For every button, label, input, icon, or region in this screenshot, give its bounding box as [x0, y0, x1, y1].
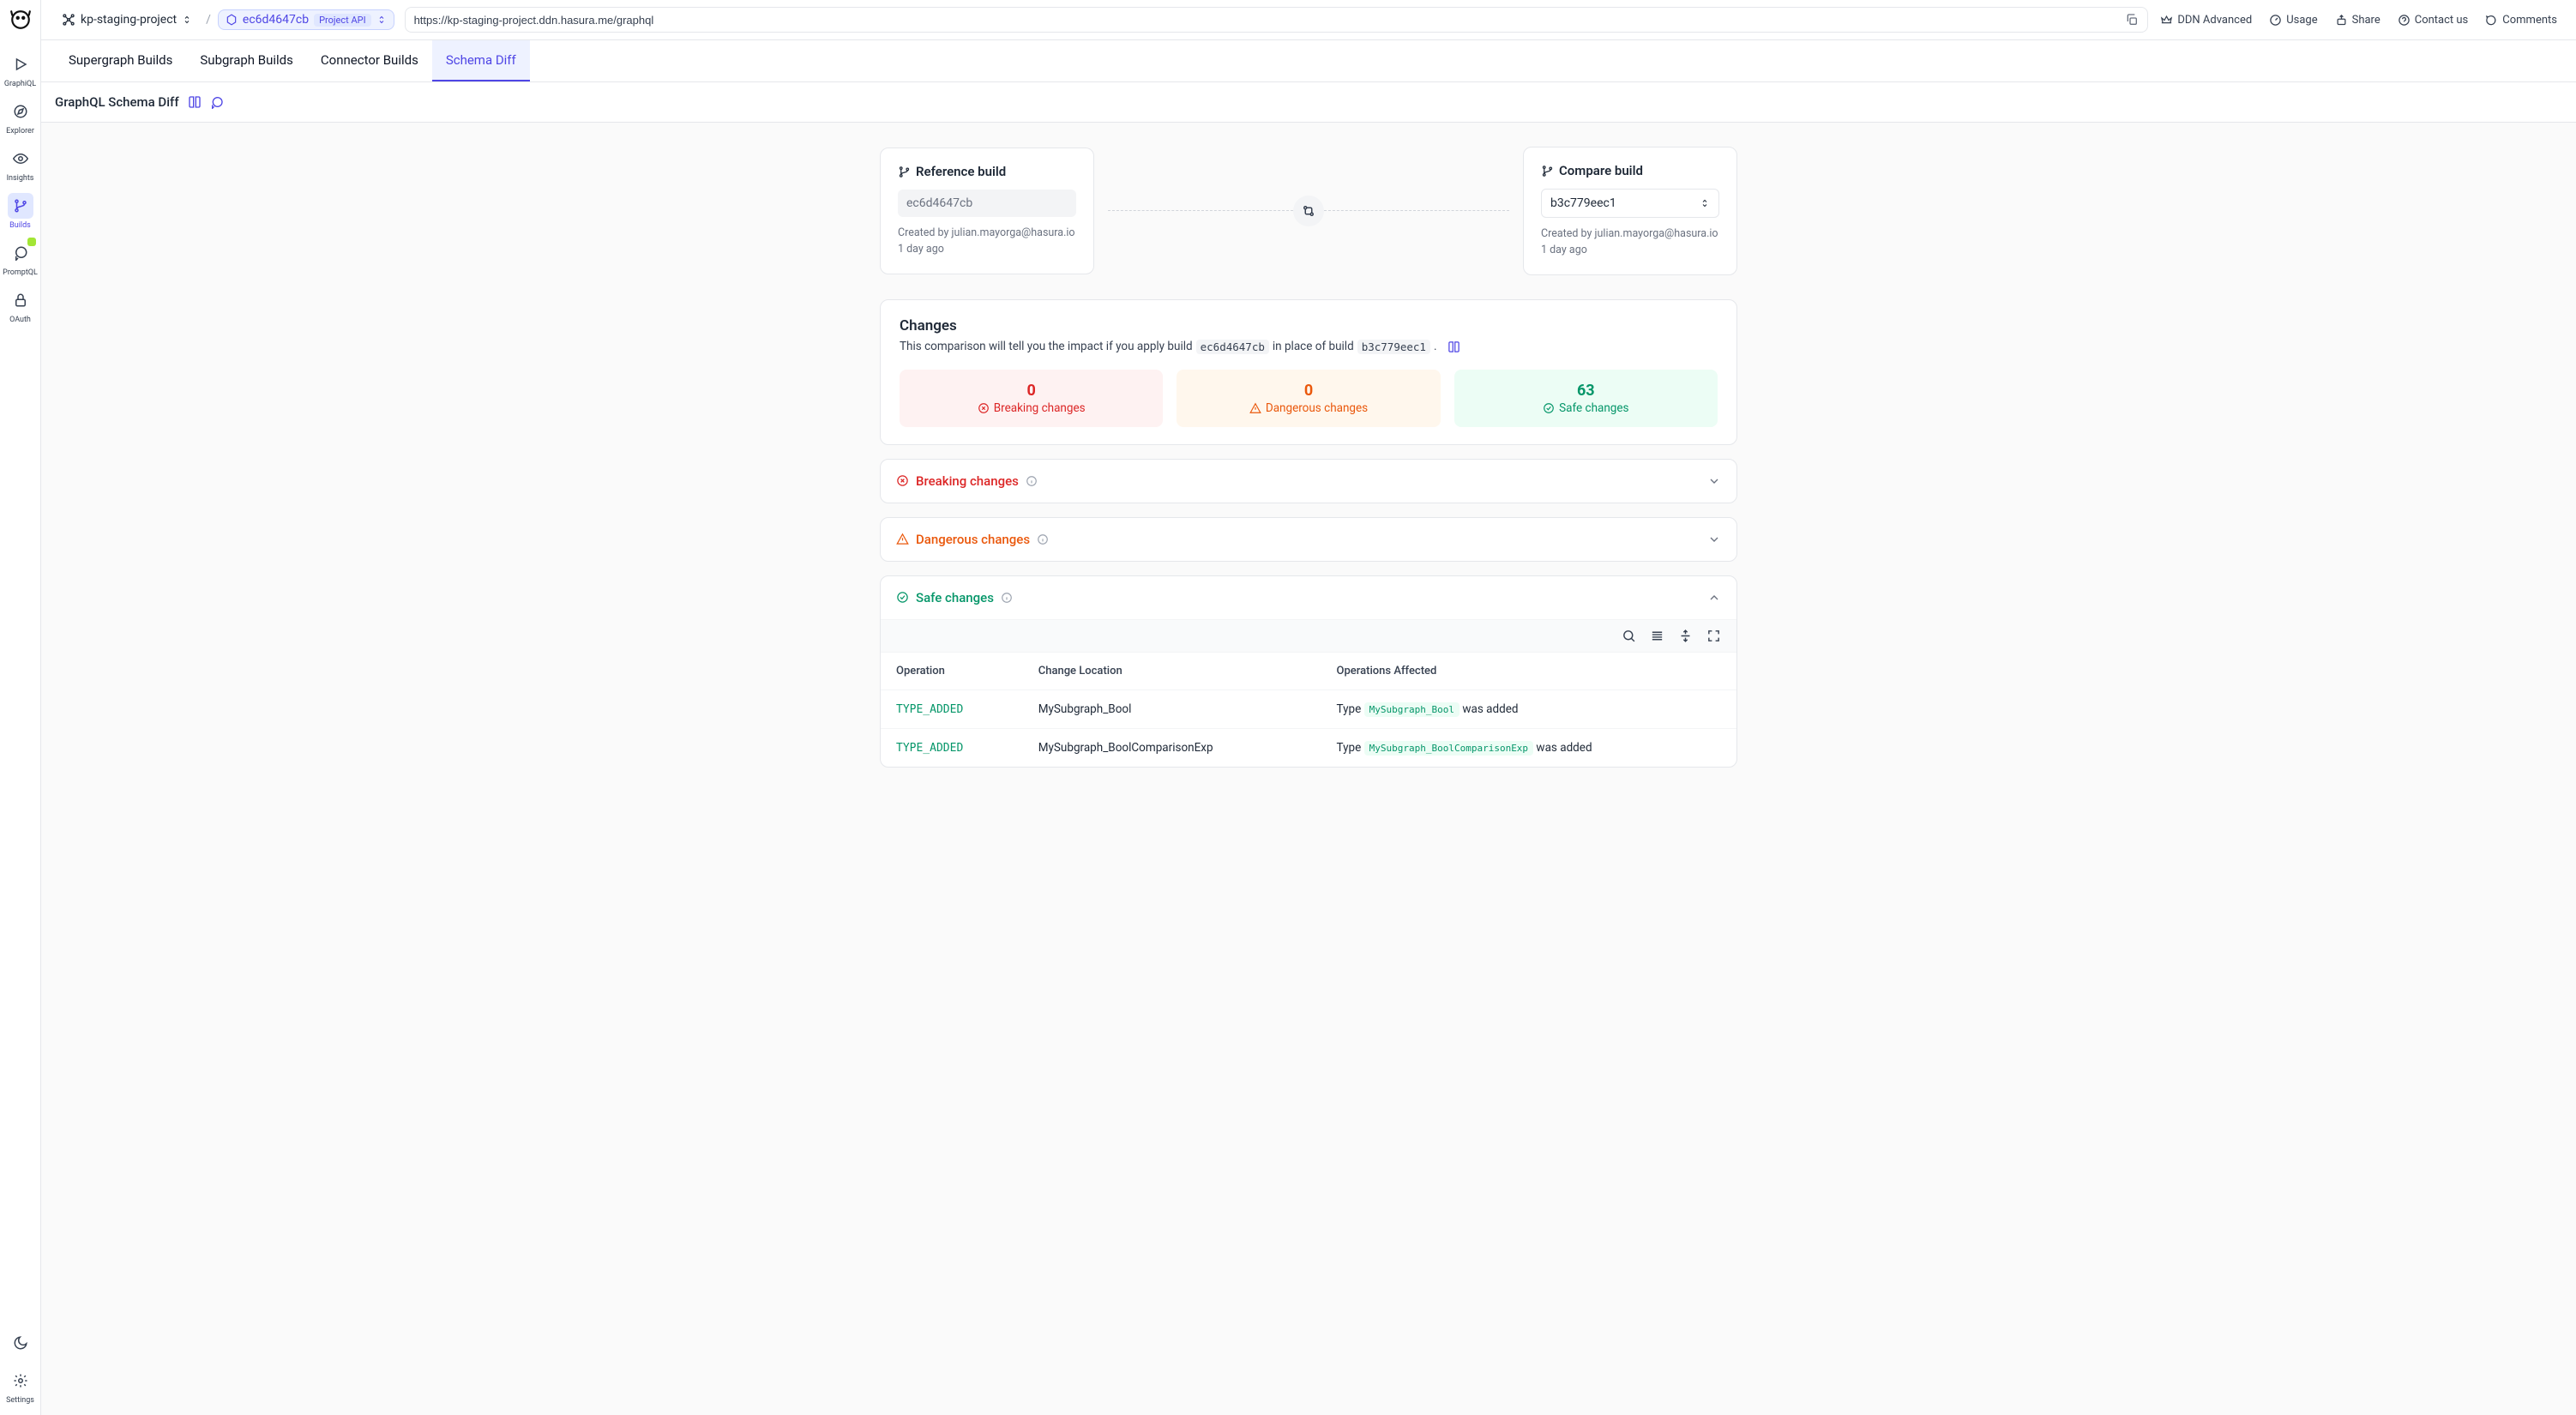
sidebar-item-graphiql[interactable]: GraphiQL — [3, 45, 39, 92]
search-icon[interactable] — [1622, 629, 1636, 643]
branch-icon — [1541, 165, 1554, 178]
section-breaking[interactable]: Breaking changes — [881, 460, 1736, 503]
chevron-updown-icon — [182, 15, 192, 25]
table-toolbar — [881, 619, 1736, 652]
chevron-updown-icon — [376, 15, 387, 25]
tab-subgraph[interactable]: Subgraph Builds — [186, 40, 307, 81]
branch-icon — [898, 166, 911, 178]
compare-build-card: Compare build b3c779eec1 Created by juli… — [1523, 147, 1737, 275]
docs-icon[interactable] — [188, 95, 202, 109]
tab-supergraph[interactable]: Supergraph Builds — [55, 40, 186, 81]
sidebar-item-settings[interactable]: Settings — [3, 1361, 39, 1408]
subheader: GraphQL Schema Diff — [41, 82, 2576, 123]
info-icon[interactable] — [1026, 475, 1038, 487]
density-icon[interactable] — [1678, 629, 1693, 643]
chat-icon-btn[interactable] — [210, 95, 224, 109]
alert-icon — [1249, 402, 1261, 414]
x-circle-icon — [978, 402, 990, 414]
info-icon[interactable] — [1037, 533, 1049, 545]
sidebar-item-explorer[interactable]: Explorer — [3, 92, 39, 139]
table-row: TYPE_ADDED MySubgraph_Bool Type MySubgra… — [881, 689, 1736, 728]
moon-icon — [13, 1335, 28, 1351]
lock-icon — [13, 292, 28, 308]
hexagon-icon — [226, 14, 238, 26]
share-link[interactable]: Share — [2330, 10, 2386, 30]
compare-icon — [1293, 196, 1324, 226]
chevron-down-icon — [1707, 474, 1721, 488]
project-selector[interactable]: kp-staging-project — [55, 9, 199, 30]
url-box — [405, 7, 2149, 33]
sidebar-item-insights[interactable]: Insights — [3, 139, 39, 186]
crown-icon — [2160, 14, 2173, 27]
sidebar-item-oauth[interactable]: OAuth — [3, 280, 39, 328]
reference-build-value: ec6d4647cb — [898, 190, 1076, 217]
check-circle-icon — [896, 591, 909, 604]
section-safe[interactable]: Safe changes — [881, 576, 1736, 619]
sidebar: GraphiQL Explorer Insights Builds Prompt… — [0, 0, 41, 1415]
alert-icon — [896, 533, 909, 545]
gauge-icon — [2269, 14, 2282, 27]
copy-icon[interactable] — [2125, 13, 2139, 27]
stat-dangerous[interactable]: 0 Dangerous changes — [1177, 370, 1440, 427]
table-row: TYPE_ADDED MySubgraph_BoolComparisonExp … — [881, 728, 1736, 767]
reference-build-card: Reference build ec6d4647cb Created by ju… — [880, 148, 1094, 274]
branch-icon — [13, 198, 28, 214]
sidebar-item-theme[interactable] — [3, 1323, 39, 1359]
compass-icon — [13, 104, 28, 119]
chat-icon — [13, 245, 28, 261]
gear-icon — [13, 1373, 28, 1388]
changes-summary: Changes This comparison will tell you th… — [880, 299, 1737, 445]
info-icon[interactable] — [1001, 592, 1013, 604]
eye-icon — [13, 151, 28, 166]
fullscreen-icon[interactable] — [1706, 629, 1721, 643]
sidebar-item-promptql[interactable]: PromptQL — [3, 233, 39, 280]
section-dangerous[interactable]: Dangerous changes — [881, 518, 1736, 561]
chevron-down-icon — [1707, 533, 1721, 546]
stat-safe[interactable]: 63 Safe changes — [1454, 370, 1718, 427]
build-selector[interactable]: ec6d4647cb Project API — [218, 9, 394, 30]
chevron-updown-icon — [1700, 198, 1710, 208]
share-icon — [2335, 14, 2348, 27]
url-input[interactable] — [414, 14, 2119, 27]
topbar: kp-staging-project / ec6d4647cb Project … — [41, 0, 2576, 40]
docs-icon[interactable] — [1447, 340, 1460, 353]
compare-build-select[interactable]: b3c779eec1 — [1541, 189, 1719, 218]
list-icon[interactable] — [1650, 629, 1664, 643]
check-circle-icon — [1543, 402, 1555, 414]
tabs: Supergraph Builds Subgraph Builds Connec… — [41, 40, 2576, 82]
logo[interactable] — [8, 7, 33, 33]
tab-schema-diff[interactable]: Schema Diff — [432, 40, 530, 81]
stat-breaking[interactable]: 0 Breaking changes — [900, 370, 1163, 427]
changes-table: Operation Change Location Operations Aff… — [881, 652, 1736, 767]
sidebar-item-builds[interactable]: Builds — [3, 186, 39, 233]
x-circle-icon — [896, 474, 909, 487]
chevron-up-icon — [1707, 591, 1721, 605]
page-title: GraphQL Schema Diff — [55, 94, 179, 110]
comment-icon — [2485, 14, 2498, 27]
contact-link[interactable]: Contact us — [2392, 10, 2474, 30]
help-icon — [2398, 14, 2410, 27]
ddn-advanced-link[interactable]: DDN Advanced — [2155, 10, 2257, 30]
play-icon — [13, 57, 28, 72]
usage-link[interactable]: Usage — [2264, 10, 2322, 30]
tab-connector[interactable]: Connector Builds — [307, 40, 432, 81]
hub-icon — [62, 13, 75, 27]
comments-link[interactable]: Comments — [2480, 10, 2562, 30]
